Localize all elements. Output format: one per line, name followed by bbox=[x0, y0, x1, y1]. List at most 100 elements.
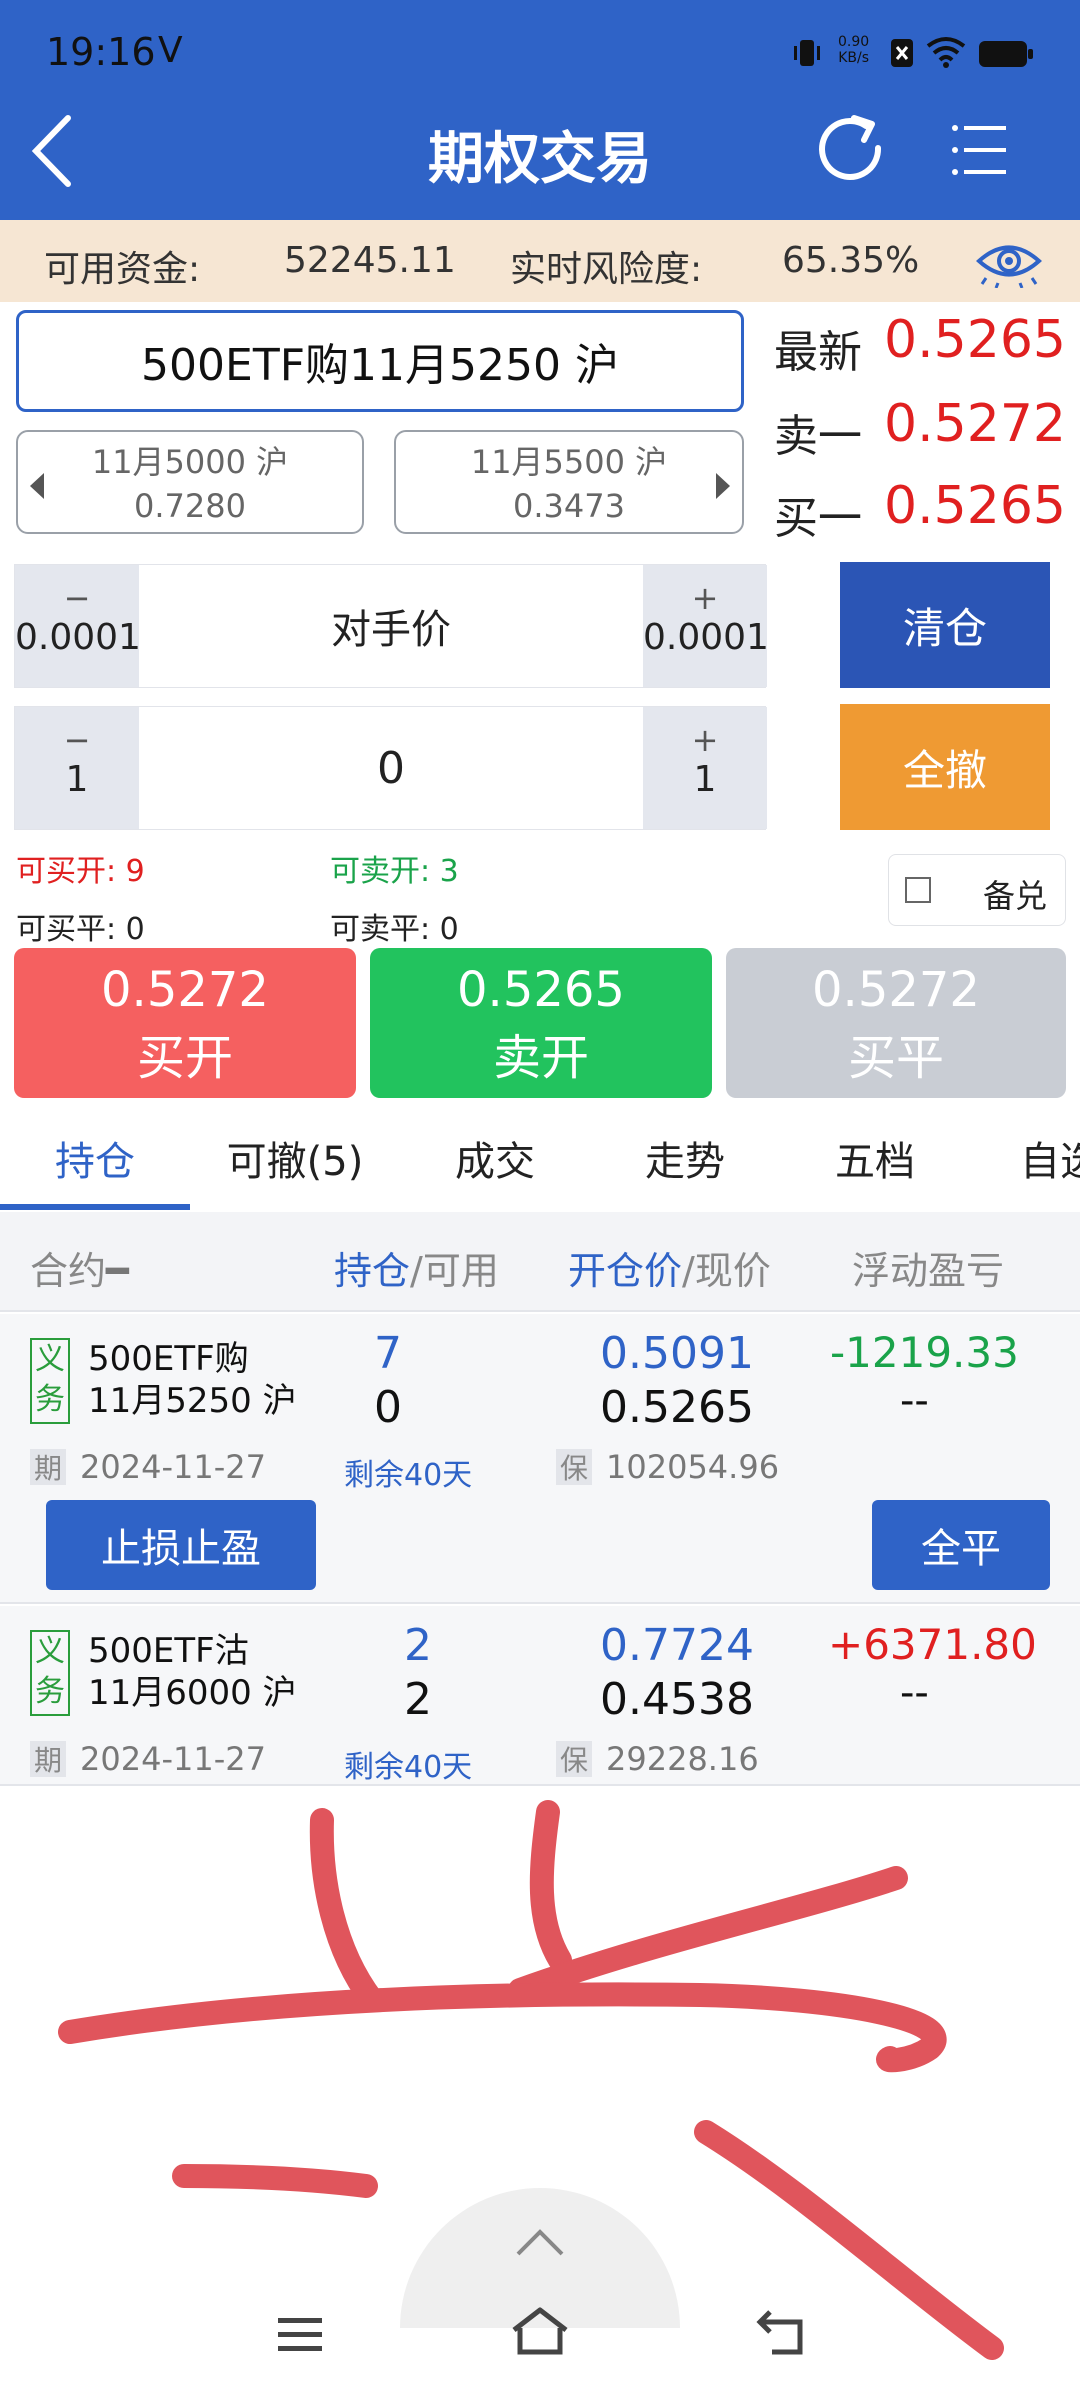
next-contract-price: 0.3473 bbox=[513, 487, 625, 525]
sell-close-available: 可卖平: 0 bbox=[330, 912, 459, 947]
sim-icon bbox=[890, 38, 914, 68]
price-decrease-button[interactable]: − 0.0001 bbox=[15, 565, 141, 687]
triangle-right-icon bbox=[712, 468, 732, 499]
position-available: 0 bbox=[374, 1382, 402, 1433]
price-stepper: − 0.0001 对手价 + 0.0001 bbox=[14, 564, 769, 688]
position-open-price: 0.5091 bbox=[600, 1328, 754, 1379]
prev-contract-name: 11月5000 沪 bbox=[91, 443, 289, 481]
quantity-decrease-button[interactable]: − 1 bbox=[15, 707, 139, 829]
position-pnl: +6371.80 bbox=[828, 1620, 1037, 1669]
tab-positions[interactable]: 持仓 bbox=[0, 1108, 190, 1208]
tab-trend[interactable]: 走势 bbox=[590, 1108, 780, 1208]
sell-open-price: 0.5265 bbox=[457, 962, 625, 1018]
risk-label: 实时风险度: bbox=[510, 249, 703, 290]
position-days-left: 剩余40天 bbox=[344, 1458, 473, 1493]
home-icon[interactable] bbox=[510, 2306, 570, 2356]
tab-watchlist[interactable]: 自选 bbox=[1020, 1108, 1080, 1208]
back-nav-icon[interactable] bbox=[756, 2308, 808, 2356]
quantity-increase-button[interactable]: + 1 bbox=[643, 707, 767, 829]
col-price: 开仓价/现价 bbox=[568, 1249, 771, 1293]
clock: 19:16 bbox=[46, 30, 156, 74]
buy-close-button[interactable]: 0.5272 买平 bbox=[726, 948, 1066, 1098]
wifi-icon bbox=[926, 36, 966, 68]
position-current-price: 0.4538 bbox=[600, 1674, 754, 1725]
position-row[interactable]: 义务 500ETF沽 11月6000 沪 2 2 0.7724 0.4538 +6… bbox=[0, 1606, 1080, 1786]
recent-apps-icon[interactable] bbox=[276, 2314, 324, 2354]
price-increase-button[interactable]: + 0.0001 bbox=[643, 565, 769, 687]
funds-bar: 可用资金: 52245.11 实时风险度: 65.35% bbox=[0, 220, 1080, 302]
position-pnl-secondary: -- bbox=[900, 1670, 929, 1716]
position-margin: 保 29228.16 bbox=[556, 1740, 759, 1778]
position-expiry: 期 2024-11-27 bbox=[30, 1740, 266, 1778]
col-position: 持仓/可用 bbox=[334, 1249, 499, 1293]
buy-close-price: 0.5272 bbox=[812, 962, 980, 1018]
triangle-left-icon bbox=[28, 468, 48, 499]
obligation-tag: 义务 bbox=[30, 1338, 70, 1424]
buy-close-label: 买平 bbox=[847, 1030, 944, 1086]
battery-icon bbox=[978, 40, 1034, 68]
contract-selector[interactable]: 500ETF购11月5250 沪 bbox=[16, 310, 744, 412]
close-all-button[interactable]: 全平 bbox=[872, 1500, 1050, 1590]
covered-checkbox[interactable] bbox=[905, 877, 931, 903]
position-current-price: 0.5265 bbox=[600, 1382, 754, 1433]
available-funds-label: 可用资金: bbox=[44, 249, 201, 290]
sell-open-available: 可卖开: 3 bbox=[330, 854, 459, 889]
buy-open-label: 买开 bbox=[136, 1030, 233, 1086]
buy-open-button[interactable]: 0.5272 买开 bbox=[14, 948, 356, 1098]
latest-label: 最新 bbox=[774, 327, 862, 378]
position-days-left: 剩余40天 bbox=[344, 1750, 473, 1785]
vibrate-icon bbox=[792, 38, 822, 68]
navigation-bar bbox=[0, 2270, 1080, 2400]
risk-value: 65.35% bbox=[782, 240, 920, 281]
buy-close-available: 可买平: 0 bbox=[16, 912, 145, 947]
tab-indicator bbox=[0, 1204, 190, 1210]
refresh-icon[interactable] bbox=[816, 112, 888, 188]
quote-panel: 最新 0.5265 卖一 0.5272 买一 0.5265 bbox=[774, 310, 1074, 544]
eye-icon[interactable] bbox=[976, 234, 1042, 289]
available-funds-value: 52245.11 bbox=[284, 240, 456, 281]
tab-depth[interactable]: 五档 bbox=[780, 1108, 970, 1208]
menu-icon[interactable] bbox=[950, 122, 1010, 178]
status-bar: 19:16 V 0.90 KB/s bbox=[0, 0, 1080, 80]
prev-contract-button[interactable]: 11月5000 沪 0.7280 bbox=[16, 430, 364, 534]
quantity-stepper: − 1 0 + 1 bbox=[14, 706, 767, 830]
position-contract: 500ETF沽 11月6000 沪 bbox=[88, 1631, 297, 1713]
sell-open-button[interactable]: 0.5265 卖开 bbox=[370, 948, 712, 1098]
bid-label: 买一 bbox=[774, 493, 862, 544]
position-hold: 7 bbox=[374, 1328, 402, 1379]
clear-position-button[interactable]: 清仓 bbox=[840, 562, 1050, 688]
position-row[interactable]: 义务 500ETF购 11月5250 沪 7 0 0.5091 0.5265 -1… bbox=[0, 1314, 1080, 1604]
position-open-price: 0.7724 bbox=[600, 1620, 754, 1671]
net-speed: 0.90 KB/s bbox=[838, 34, 870, 66]
ask-label: 卖一 bbox=[774, 411, 862, 462]
prev-contract-price: 0.7280 bbox=[134, 487, 246, 525]
bid-price: 0.5265 bbox=[884, 476, 1066, 536]
next-contract-name: 11月5500 沪 bbox=[470, 443, 668, 481]
cancel-all-button[interactable]: 全撤 bbox=[840, 704, 1050, 830]
latest-price: 0.5265 bbox=[884, 310, 1066, 370]
tab-trades[interactable]: 成交 bbox=[400, 1108, 590, 1208]
chevron-up-icon bbox=[514, 2228, 566, 2258]
quantity-input[interactable]: 0 bbox=[139, 707, 643, 829]
tab-cancelable[interactable]: 可撤(5) bbox=[200, 1108, 390, 1208]
covered-toggle[interactable]: 备兑 bbox=[888, 854, 1066, 926]
position-pnl: -1219.33 bbox=[830, 1328, 1019, 1377]
col-contract[interactable]: 合约━ bbox=[30, 1240, 129, 1295]
price-input[interactable]: 对手价 bbox=[139, 565, 643, 687]
position-contract: 500ETF购 11月5250 沪 bbox=[88, 1339, 297, 1421]
page-title: 期权交易 bbox=[428, 127, 652, 192]
position-hold: 2 bbox=[404, 1620, 432, 1671]
buy-open-available: 可买开: 9 bbox=[16, 854, 145, 889]
ask-price: 0.5272 bbox=[884, 394, 1066, 454]
next-contract-button[interactable]: 11月5500 沪 0.3473 bbox=[394, 430, 744, 534]
app-bar: 期权交易 bbox=[0, 80, 1080, 220]
carrier-icon: V bbox=[158, 30, 183, 71]
covered-label: 备兑 bbox=[983, 877, 1048, 915]
stop-loss-button[interactable]: 止损止盈 bbox=[46, 1500, 316, 1590]
position-expiry: 期 2024-11-27 bbox=[30, 1448, 266, 1486]
obligation-tag: 义务 bbox=[30, 1630, 70, 1716]
tab-bar: 持仓 可撤(5) 成交 走势 五档 自选 bbox=[0, 1100, 1080, 1212]
position-available: 2 bbox=[404, 1674, 432, 1725]
position-pnl-secondary: -- bbox=[900, 1378, 929, 1424]
position-margin: 保 102054.96 bbox=[556, 1448, 779, 1486]
